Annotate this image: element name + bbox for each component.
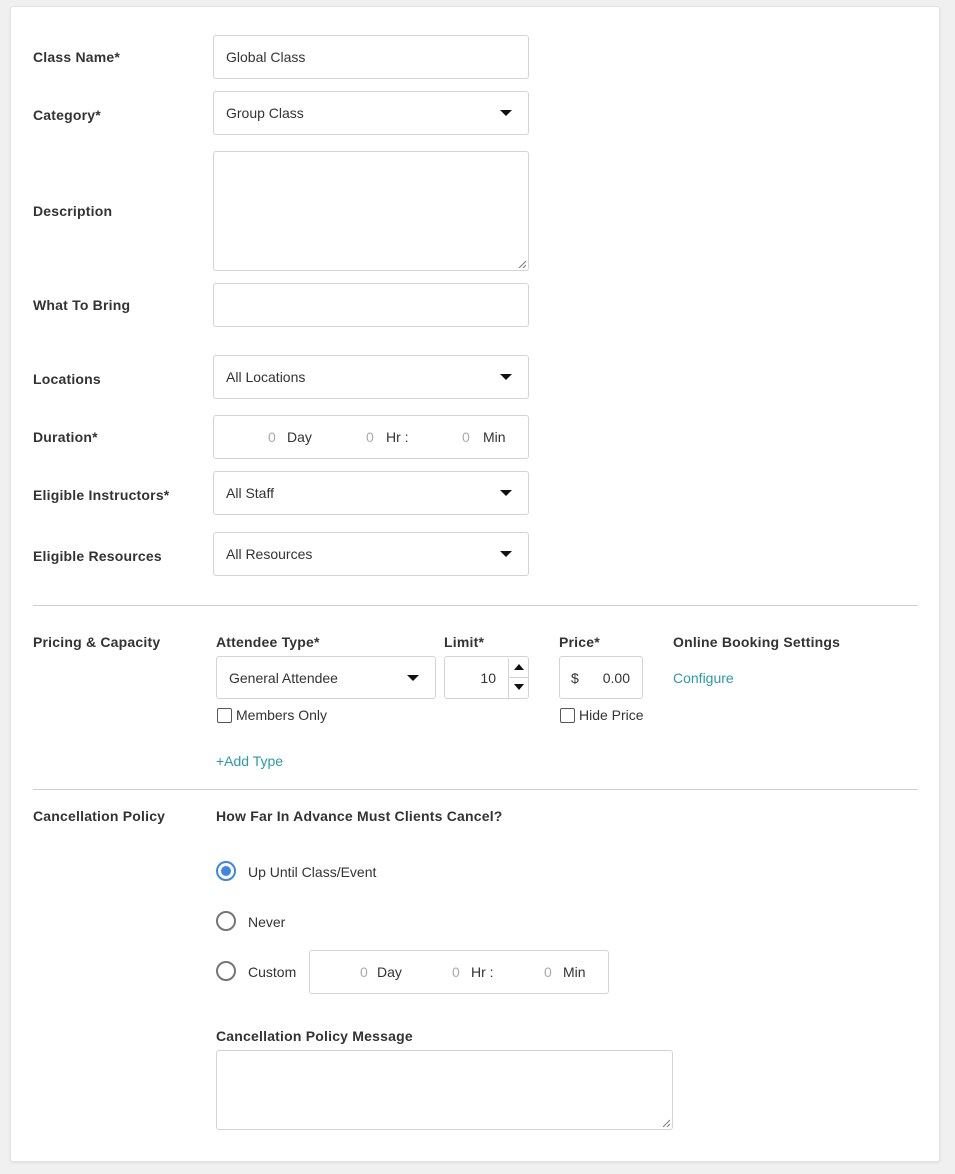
eligible-instructors-select[interactable]: All Staff <box>213 471 529 515</box>
eligible-instructors-label: Eligible Instructors* <box>33 487 170 503</box>
custom-day-input[interactable]: 0 <box>360 964 368 980</box>
class-name-value: Global Class <box>226 49 306 65</box>
resize-grip-icon[interactable] <box>662 1119 670 1127</box>
triangle-down-icon <box>514 684 524 690</box>
hide-price-label: Hide Price <box>579 707 644 723</box>
limit-decrement-button[interactable] <box>508 678 528 698</box>
class-form-card: Class Name* Global Class Category* Group… <box>10 6 940 1162</box>
section-divider <box>33 789 918 790</box>
duration-label: Duration* <box>33 429 98 445</box>
limit-input[interactable]: 10 <box>444 656 529 699</box>
limit-increment-button[interactable] <box>508 658 528 678</box>
chevron-down-icon <box>500 110 512 116</box>
custom-min-unit: Min <box>563 964 586 980</box>
radio-custom-label: Custom <box>248 964 297 980</box>
attendee-type-select[interactable]: General Attendee <box>216 656 436 699</box>
duration-day-input[interactable]: 0 <box>268 429 276 445</box>
chevron-down-icon <box>500 551 512 557</box>
section-divider <box>33 605 918 606</box>
class-name-label: Class Name* <box>33 49 121 65</box>
resize-grip-icon[interactable] <box>518 260 526 268</box>
chevron-down-icon <box>500 490 512 496</box>
members-only-label: Members Only <box>236 707 328 723</box>
category-select[interactable]: Group Class <box>213 91 529 135</box>
locations-select[interactable]: All Locations <box>213 355 529 399</box>
radio-never-label: Never <box>248 914 286 930</box>
custom-hr-unit: Hr : <box>471 964 494 980</box>
category-label: Category* <box>33 107 101 123</box>
custom-day-unit: Day <box>377 964 402 980</box>
cancellation-policy-label: Cancellation Policy <box>33 808 166 824</box>
class-name-input[interactable]: Global Class <box>213 35 529 79</box>
eligible-resources-label: Eligible Resources <box>33 548 162 564</box>
locations-value: All Locations <box>226 369 306 385</box>
duration-hr-input[interactable]: 0 <box>366 429 374 445</box>
chevron-down-icon <box>407 674 419 681</box>
cancellation-message-label: Cancellation Policy Message <box>216 1028 413 1044</box>
attendee-type-header: Attendee Type* <box>216 634 320 650</box>
category-value: Group Class <box>226 105 304 121</box>
pricing-capacity-label: Pricing & Capacity <box>33 634 161 650</box>
cancel-advance-question: How Far In Advance Must Clients Cancel? <box>216 808 503 824</box>
duration-field: 0 Day 0 Hr : 0 Min <box>213 415 529 459</box>
radio-never[interactable] <box>216 911 236 931</box>
price-value: 0.00 <box>602 669 630 686</box>
currency-symbol: $ <box>571 669 579 686</box>
what-to-bring-input[interactable] <box>213 283 529 327</box>
members-only-checkbox[interactable] <box>217 708 232 723</box>
custom-hr-input[interactable]: 0 <box>452 964 460 980</box>
locations-label: Locations <box>33 371 101 387</box>
eligible-resources-select[interactable]: All Resources <box>213 532 529 576</box>
custom-min-input[interactable]: 0 <box>544 964 552 980</box>
limit-value: 10 <box>480 669 496 686</box>
eligible-resources-value: All Resources <box>226 546 313 562</box>
online-booking-header: Online Booking Settings <box>673 634 841 650</box>
chevron-down-icon <box>500 374 512 380</box>
duration-day-unit: Day <box>287 429 312 445</box>
add-type-link[interactable]: +Add Type <box>216 753 283 769</box>
duration-hr-unit: Hr : <box>386 429 409 445</box>
triangle-up-icon <box>514 664 524 670</box>
description-textarea[interactable] <box>213 151 529 271</box>
duration-min-input[interactable]: 0 <box>462 429 470 445</box>
radio-custom[interactable] <box>216 961 236 981</box>
duration-min-unit: Min <box>483 429 506 445</box>
custom-duration-field: 0 Day 0 Hr : 0 Min <box>309 950 609 994</box>
limit-header: Limit* <box>444 634 485 650</box>
configure-link[interactable]: Configure <box>673 670 734 686</box>
radio-up-until-label: Up Until Class/Event <box>248 864 377 880</box>
radio-up-until[interactable] <box>216 861 236 881</box>
price-header: Price* <box>559 634 600 650</box>
price-input[interactable]: $ 0.00 <box>559 656 643 699</box>
attendee-type-value: General Attendee <box>229 669 338 686</box>
hide-price-checkbox[interactable] <box>560 708 575 723</box>
what-to-bring-label: What To Bring <box>33 297 131 313</box>
description-label: Description <box>33 203 113 219</box>
eligible-instructors-value: All Staff <box>226 485 274 501</box>
cancellation-message-textarea[interactable] <box>216 1050 673 1130</box>
